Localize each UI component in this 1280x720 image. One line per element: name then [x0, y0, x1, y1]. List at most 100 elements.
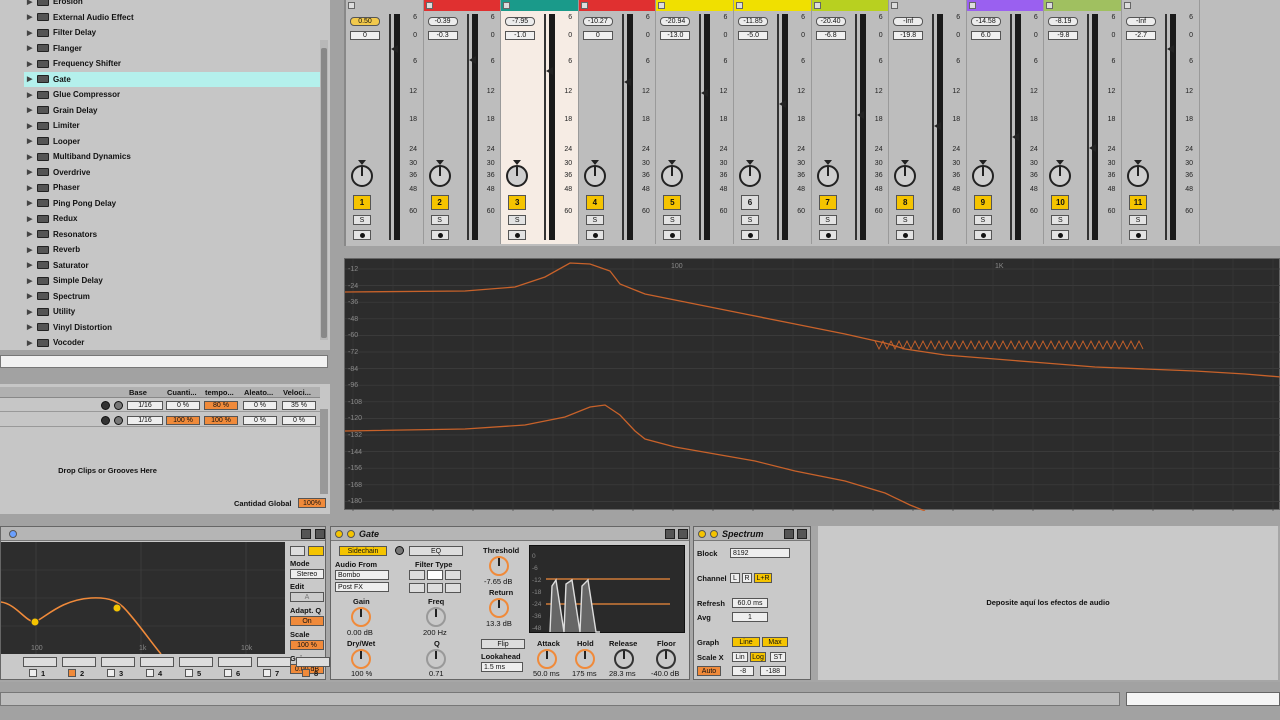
drywet-knob[interactable] [351, 649, 371, 669]
base-select[interactable]: 1/16 [127, 416, 163, 425]
fader-handle[interactable] [856, 111, 864, 119]
channel-lr[interactable]: L+R [754, 573, 772, 583]
scalex-lin[interactable]: Lin [732, 652, 748, 662]
pan-knob[interactable] [1049, 165, 1072, 187]
base-select[interactable]: 1/16 [127, 401, 163, 410]
filter-bandpass-icon[interactable] [427, 570, 443, 580]
peak-field[interactable]: 6.0 [970, 31, 1001, 40]
arm-record-button[interactable] [973, 230, 992, 240]
filter-lowpass-icon[interactable] [409, 570, 425, 580]
fader-handle[interactable] [468, 56, 476, 64]
graph-line-toggle[interactable]: Line [732, 637, 760, 647]
volume-field[interactable]: -7.95 [505, 17, 536, 26]
browser-item[interactable]: ▶ Overdrive [24, 165, 320, 181]
browser-item[interactable]: ▶ Vinyl Distortion [24, 320, 320, 336]
audio-from-select[interactable]: Bombo [335, 570, 389, 580]
track-activator-button[interactable]: 10 [1051, 195, 1070, 210]
avg-field[interactable]: 1 [732, 612, 768, 622]
disclosure-icon[interactable]: ▶ [24, 184, 34, 192]
track-activator-button[interactable]: 9 [973, 195, 992, 210]
pan-knob[interactable] [506, 165, 529, 187]
filter-notch-icon[interactable] [409, 583, 425, 593]
volume-field[interactable]: -Inf [893, 17, 924, 26]
scale-field[interactable]: 100 % [290, 640, 324, 650]
solo-button[interactable]: S [741, 215, 759, 225]
peak-field[interactable]: -19.8 [893, 31, 924, 40]
velocity-field[interactable]: 35 % [282, 401, 316, 410]
solo-button[interactable]: S [818, 215, 837, 225]
volume-fader-track[interactable] [1009, 14, 1012, 240]
disclosure-icon[interactable]: ▶ [24, 168, 34, 176]
peak-field[interactable]: -0.3 [427, 31, 458, 40]
expand-icon[interactable] [347, 530, 355, 538]
band-filter-select[interactable] [218, 657, 252, 667]
range-auto-toggle[interactable]: Auto [697, 666, 721, 676]
timing-field[interactable]: 80 % [204, 401, 238, 410]
disclosure-icon[interactable]: ▶ [24, 13, 34, 21]
arm-record-button[interactable] [1129, 230, 1147, 240]
filter-highpass-icon[interactable] [445, 570, 461, 580]
pan-knob[interactable] [1127, 165, 1149, 187]
disclosure-icon[interactable]: ▶ [24, 261, 34, 269]
track-activator-button[interactable]: 1 [353, 195, 371, 210]
hold-knob[interactable] [575, 649, 595, 669]
fader-handle[interactable] [779, 100, 786, 108]
release-knob[interactable] [614, 649, 634, 669]
q-knob[interactable] [426, 649, 446, 669]
block-select[interactable]: 8192 [730, 548, 790, 558]
arm-record-button[interactable] [430, 230, 449, 240]
disclosure-icon[interactable]: ▶ [24, 323, 34, 331]
device-activator-icon[interactable] [335, 530, 343, 538]
peak-field[interactable]: -2.7 [1126, 31, 1156, 40]
fader-handle[interactable] [934, 122, 942, 130]
arm-record-button[interactable] [741, 230, 759, 240]
pan-knob[interactable] [816, 165, 839, 187]
band-enable-toggle[interactable] [146, 669, 154, 677]
track-activator-button[interactable]: 6 [741, 195, 759, 210]
volume-fader-track[interactable] [777, 14, 779, 240]
groove-row[interactable]: 1/16 0 % 80 % 0 % 35 % [0, 400, 320, 412]
arm-record-button[interactable] [663, 230, 682, 240]
browser-item[interactable]: ▶ Multiband Dynamics [24, 149, 320, 165]
close-icon[interactable] [678, 529, 688, 539]
disclosure-icon[interactable]: ▶ [24, 230, 34, 238]
arm-record-button[interactable] [353, 230, 371, 240]
disclosure-icon[interactable]: ▶ [24, 29, 34, 37]
track-activator-icon[interactable] [736, 2, 743, 9]
track-activator-icon[interactable] [658, 2, 666, 9]
disclosure-icon[interactable]: ▶ [24, 137, 34, 145]
device-activator-icon[interactable] [698, 530, 706, 538]
browser-item[interactable]: ▶ Grain Delay [24, 103, 320, 119]
band-enable-toggle[interactable] [29, 669, 37, 677]
browser-item[interactable]: ▶ Spectrum [24, 289, 320, 305]
quantize-field[interactable]: 100 % [166, 416, 200, 425]
track-activator-icon[interactable] [580, 2, 588, 9]
pan-knob[interactable] [583, 165, 606, 187]
band-filter-select[interactable] [179, 657, 213, 667]
fader-handle[interactable] [391, 45, 398, 53]
solo-button[interactable]: S [430, 215, 449, 225]
band-enable-toggle[interactable] [107, 669, 115, 677]
browser-scrollbar[interactable] [320, 40, 328, 340]
lookahead-select[interactable]: 1.5 ms [481, 662, 523, 672]
mixer-track-strip[interactable]: -7.95 -1.0 6 0 6 12 18 24 30 36 48 60 3 S [501, 0, 579, 244]
mixer-track-strip[interactable]: 0.50 0 6 0 6 12 18 24 30 36 48 60 1 S [346, 0, 424, 244]
adapt-q-toggle[interactable]: On [290, 616, 324, 626]
disclosure-icon[interactable]: ▶ [24, 199, 34, 207]
audio-effects-drop-area[interactable]: Deposite aquí los efectos de audio [818, 526, 1278, 680]
mixer-track-strip[interactable]: -20.94 -13.0 6 0 6 12 18 24 30 36 48 60 5 S [656, 0, 734, 244]
track-activator-button[interactable]: 7 [818, 195, 837, 210]
volume-fader-track[interactable] [854, 14, 857, 240]
hot-swap-icon[interactable] [301, 529, 311, 539]
disclosure-icon[interactable]: ▶ [24, 122, 34, 130]
arm-record-button[interactable] [896, 230, 915, 240]
volume-field[interactable]: -8.19 [1048, 17, 1079, 26]
close-icon[interactable] [797, 529, 807, 539]
filter-shelf-icon[interactable] [445, 583, 461, 593]
edit-select[interactable]: A [290, 592, 324, 602]
velocity-field[interactable]: 0 % [282, 416, 316, 425]
browser-item[interactable]: ▶ Frequency Shifter [24, 56, 320, 72]
expand-icon[interactable] [308, 546, 324, 556]
gain-knob[interactable] [351, 607, 371, 627]
track-activator-button[interactable]: 11 [1129, 195, 1147, 210]
